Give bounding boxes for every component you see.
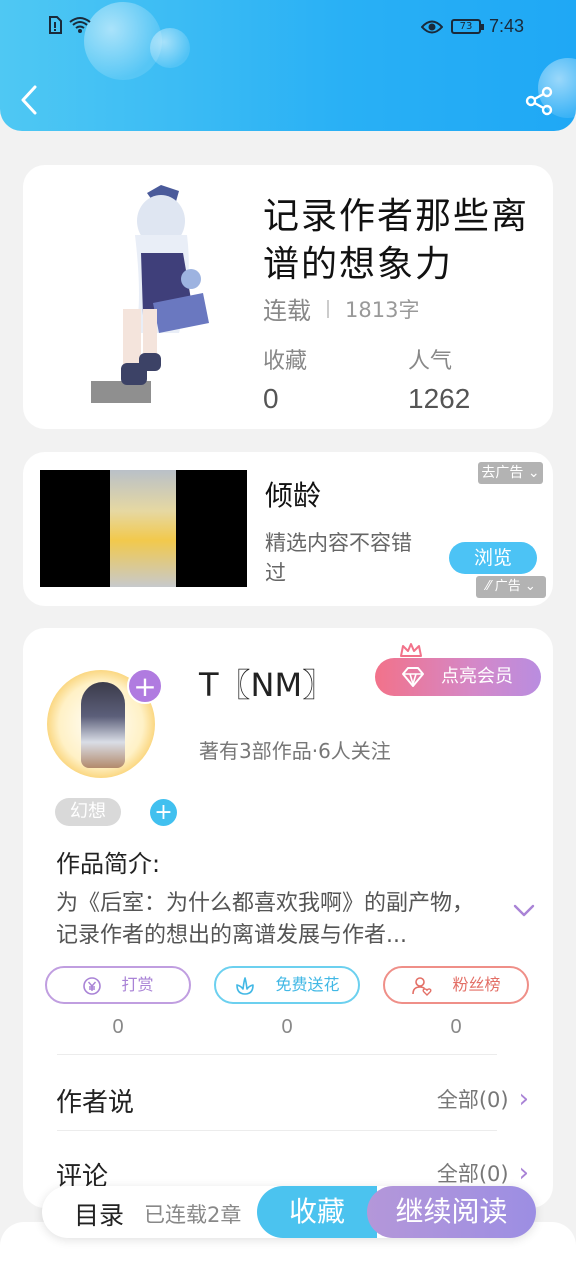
divider [57, 1130, 497, 1131]
status-bar: 73 7:43 [0, 14, 576, 44]
sim-icon [49, 16, 62, 34]
author-says-count: 全部(0) [436, 1088, 509, 1112]
favorite-button[interactable]: 收藏 [257, 1186, 377, 1238]
author-name[interactable]: T〖NM〗 [199, 660, 334, 706]
wifi-icon [69, 17, 91, 33]
crown-icon [400, 643, 422, 657]
ad-description: 精选内容不容错过 [265, 531, 412, 585]
vip-label: 点亮会员 [441, 666, 513, 687]
chevron-down-icon: ⌄ [524, 579, 536, 594]
intro-label: 作品简介: [56, 850, 161, 878]
ad-browse-button[interactable]: 浏览 [449, 542, 537, 574]
author-says-all-link[interactable]: 全部(0) › [437, 1084, 529, 1114]
ad-tag[interactable]: ⁄⁄ 广告 ⌄ [476, 576, 546, 598]
fans-rank-button[interactable]: 粉丝榜 [383, 966, 529, 1004]
plus-icon: + [133, 670, 157, 703]
popularity-value: 1262 [408, 383, 471, 414]
toc-button[interactable]: 目录 [74, 1196, 124, 1232]
continue-reading-button[interactable]: 继续阅读 [367, 1186, 536, 1238]
plus-icon: + [154, 800, 173, 825]
popularity-label: 人气 [408, 349, 453, 374]
chevron-left-icon [21, 85, 37, 115]
divider [57, 1054, 497, 1055]
back-button[interactable] [18, 84, 46, 116]
author-card: + T〖NM〗 点亮会员 著有3部作品·6人关注 幻想 + 作品简介: 为《后室… [23, 628, 553, 1208]
flower-count: 0 [281, 1016, 293, 1038]
book-status: 连载 1813字 [263, 291, 419, 326]
tip-button[interactable]: 打赏 [45, 966, 191, 1004]
follow-author-button[interactable]: + [127, 668, 163, 704]
diamond-icon [402, 667, 424, 687]
chapter-status: 已连载2章 [144, 1203, 242, 1227]
divider [327, 299, 329, 318]
serial-status: 连载 [263, 297, 311, 325]
flower-icon [236, 976, 255, 995]
chevron-right-icon: › [518, 1084, 529, 1114]
remove-ad-label: 去广告 [481, 465, 524, 481]
ad-tag-label: 广告 [494, 579, 521, 594]
send-flower-button[interactable]: 免费送花 [214, 966, 360, 1004]
send-flower-label: 免费送花 [275, 975, 340, 994]
favorites-value: 0 [263, 383, 279, 414]
tip-label: 打赏 [121, 975, 154, 994]
share-button[interactable] [524, 86, 554, 116]
share-icon [525, 86, 553, 116]
bottom-action-bar: 目录 已连载2章 收藏 继续阅读 [42, 1186, 536, 1238]
top-header: 73 7:43 [0, 0, 576, 131]
chevron-right-icon: › [518, 1158, 529, 1188]
coin-icon [83, 976, 102, 995]
ad-video-frame [110, 470, 176, 587]
user-heart-icon [412, 976, 432, 996]
ad-title: 倾龄 [265, 479, 322, 512]
intro-text: 为《后室：为什么都喜欢我啊》的副产物，记录作者的想出的离谱发展与作者... [56, 891, 475, 948]
fans-count: 0 [450, 1016, 462, 1038]
author-says-label: 作者说 [56, 1088, 135, 1118]
comments-all-link[interactable]: 全部(0) › [437, 1158, 529, 1188]
avatar-figure [81, 682, 125, 768]
favorites-label: 收藏 [263, 349, 308, 374]
book-cover-image[interactable] [83, 183, 213, 413]
author-meta: 著有3部作品·6人关注 [199, 739, 391, 763]
battery-icon: 73 [450, 19, 484, 34]
fans-rank-label: 粉丝榜 [452, 975, 501, 994]
ad-card[interactable]: 倾龄 精选内容不容错过 浏览 去广告 ⌄ ⁄⁄ 广告 ⌄ [23, 452, 553, 606]
book-info-card: 记录作者那些离谱的想象力 连载 1813字 收藏 0 人气 1262 [23, 165, 553, 429]
remove-ad-button[interactable]: 去广告 ⌄ [478, 462, 543, 484]
tip-count: 0 [112, 1016, 124, 1038]
ad-video-thumbnail[interactable] [40, 470, 247, 587]
word-count: 1813字 [345, 297, 420, 322]
eye-icon [420, 20, 443, 33]
expand-chevron-icon[interactable] [513, 904, 535, 918]
chevron-down-icon: ⌄ [527, 465, 540, 481]
book-title: 记录作者那些离谱的想象力 [263, 196, 530, 285]
vip-button[interactable]: 点亮会员 [375, 643, 541, 696]
ad-logo-icon: ⁄⁄ [486, 579, 491, 594]
clock: 7:43 [488, 16, 524, 36]
genre-tag[interactable]: 幻想 [55, 798, 121, 826]
add-tag-button[interactable]: + [150, 799, 177, 826]
comments-count: 全部(0) [436, 1162, 509, 1186]
